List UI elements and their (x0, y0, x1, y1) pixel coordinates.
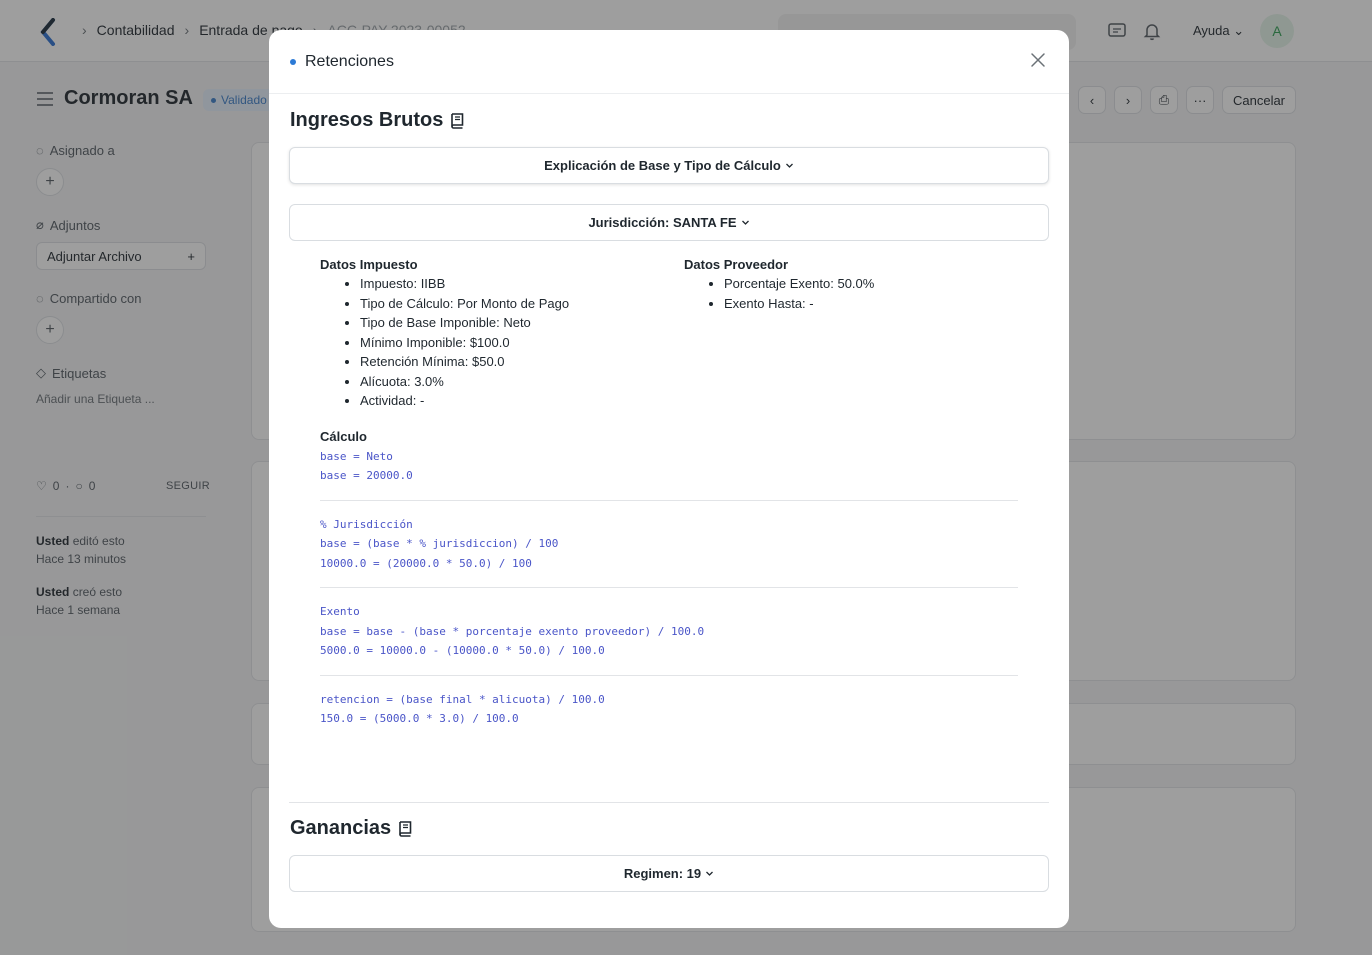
chevron-down-icon (785, 163, 793, 168)
explain-calculation-toggle[interactable]: Explicación de Base y Tipo de Cálculo (289, 147, 1049, 184)
section-title-ganancias: Ganancias (290, 817, 414, 840)
list-item: Actividad: - (360, 391, 569, 411)
calc-line: 5000.0 = 10000.0 - (10000.0 * 50.0) / 10… (320, 644, 605, 657)
modal-title: Retenciones (290, 53, 394, 71)
chevron-down-icon (706, 871, 714, 876)
divider (320, 500, 1018, 501)
calc-line: base = (base * % jurisdiccion) / 100 (320, 537, 559, 550)
calc-line: % Jurisdicción (320, 518, 413, 531)
retenciones-modal: Retenciones Ingresos Brutos Explicación … (269, 30, 1069, 928)
calculation-heading: Cálculo (320, 429, 367, 444)
list-item: Tipo de Cálculo: Por Monto de Pago (360, 294, 569, 314)
calc-line: 10000.0 = (20000.0 * 50.0) / 100 (320, 557, 532, 570)
list-item: Mínimo Imponible: $100.0 (360, 333, 569, 353)
divider (320, 587, 1018, 588)
divider (320, 675, 1018, 676)
supplier-data-list: Porcentaje Exento: 50.0% Exento Hasta: - (704, 274, 874, 313)
divider (289, 802, 1049, 803)
regimen-toggle[interactable]: Regimen: 19 (289, 855, 1049, 892)
tax-data-list: Impuesto: IIBB Tipo de Cálculo: Por Mont… (340, 274, 569, 411)
calc-line: base = Neto (320, 450, 393, 463)
list-item: Alícuota: 3.0% (360, 372, 569, 392)
indicator-dot (290, 59, 296, 65)
book-icon (399, 821, 412, 837)
calc-line: retencion = (base final * alicuota) / 10… (320, 693, 605, 706)
section-title-ingresos-brutos: Ingresos Brutos (290, 109, 466, 132)
calc-line: 150.0 = (5000.0 * 3.0) / 100.0 (320, 712, 519, 725)
list-item: Porcentaje Exento: 50.0% (724, 274, 874, 294)
jurisdiction-toggle[interactable]: Jurisdicción: SANTA FE (289, 204, 1049, 241)
calc-line: base = base - (base * porcentaje exento … (320, 625, 705, 638)
list-item: Impuesto: IIBB (360, 274, 569, 294)
list-item: Tipo de Base Imponible: Neto (360, 313, 569, 333)
close-icon[interactable] (1029, 51, 1047, 69)
tax-data-heading: Datos Impuesto (320, 257, 418, 272)
supplier-data-heading: Datos Proveedor (684, 257, 789, 272)
book-icon (451, 113, 464, 129)
list-item: Exento Hasta: - (724, 294, 874, 314)
calc-line: Exento (320, 605, 360, 618)
calc-line: base = 20000.0 (320, 469, 413, 482)
modal-header: Retenciones (269, 30, 1069, 94)
list-item: Retención Mínima: $50.0 (360, 352, 569, 372)
chevron-down-icon (741, 220, 749, 225)
